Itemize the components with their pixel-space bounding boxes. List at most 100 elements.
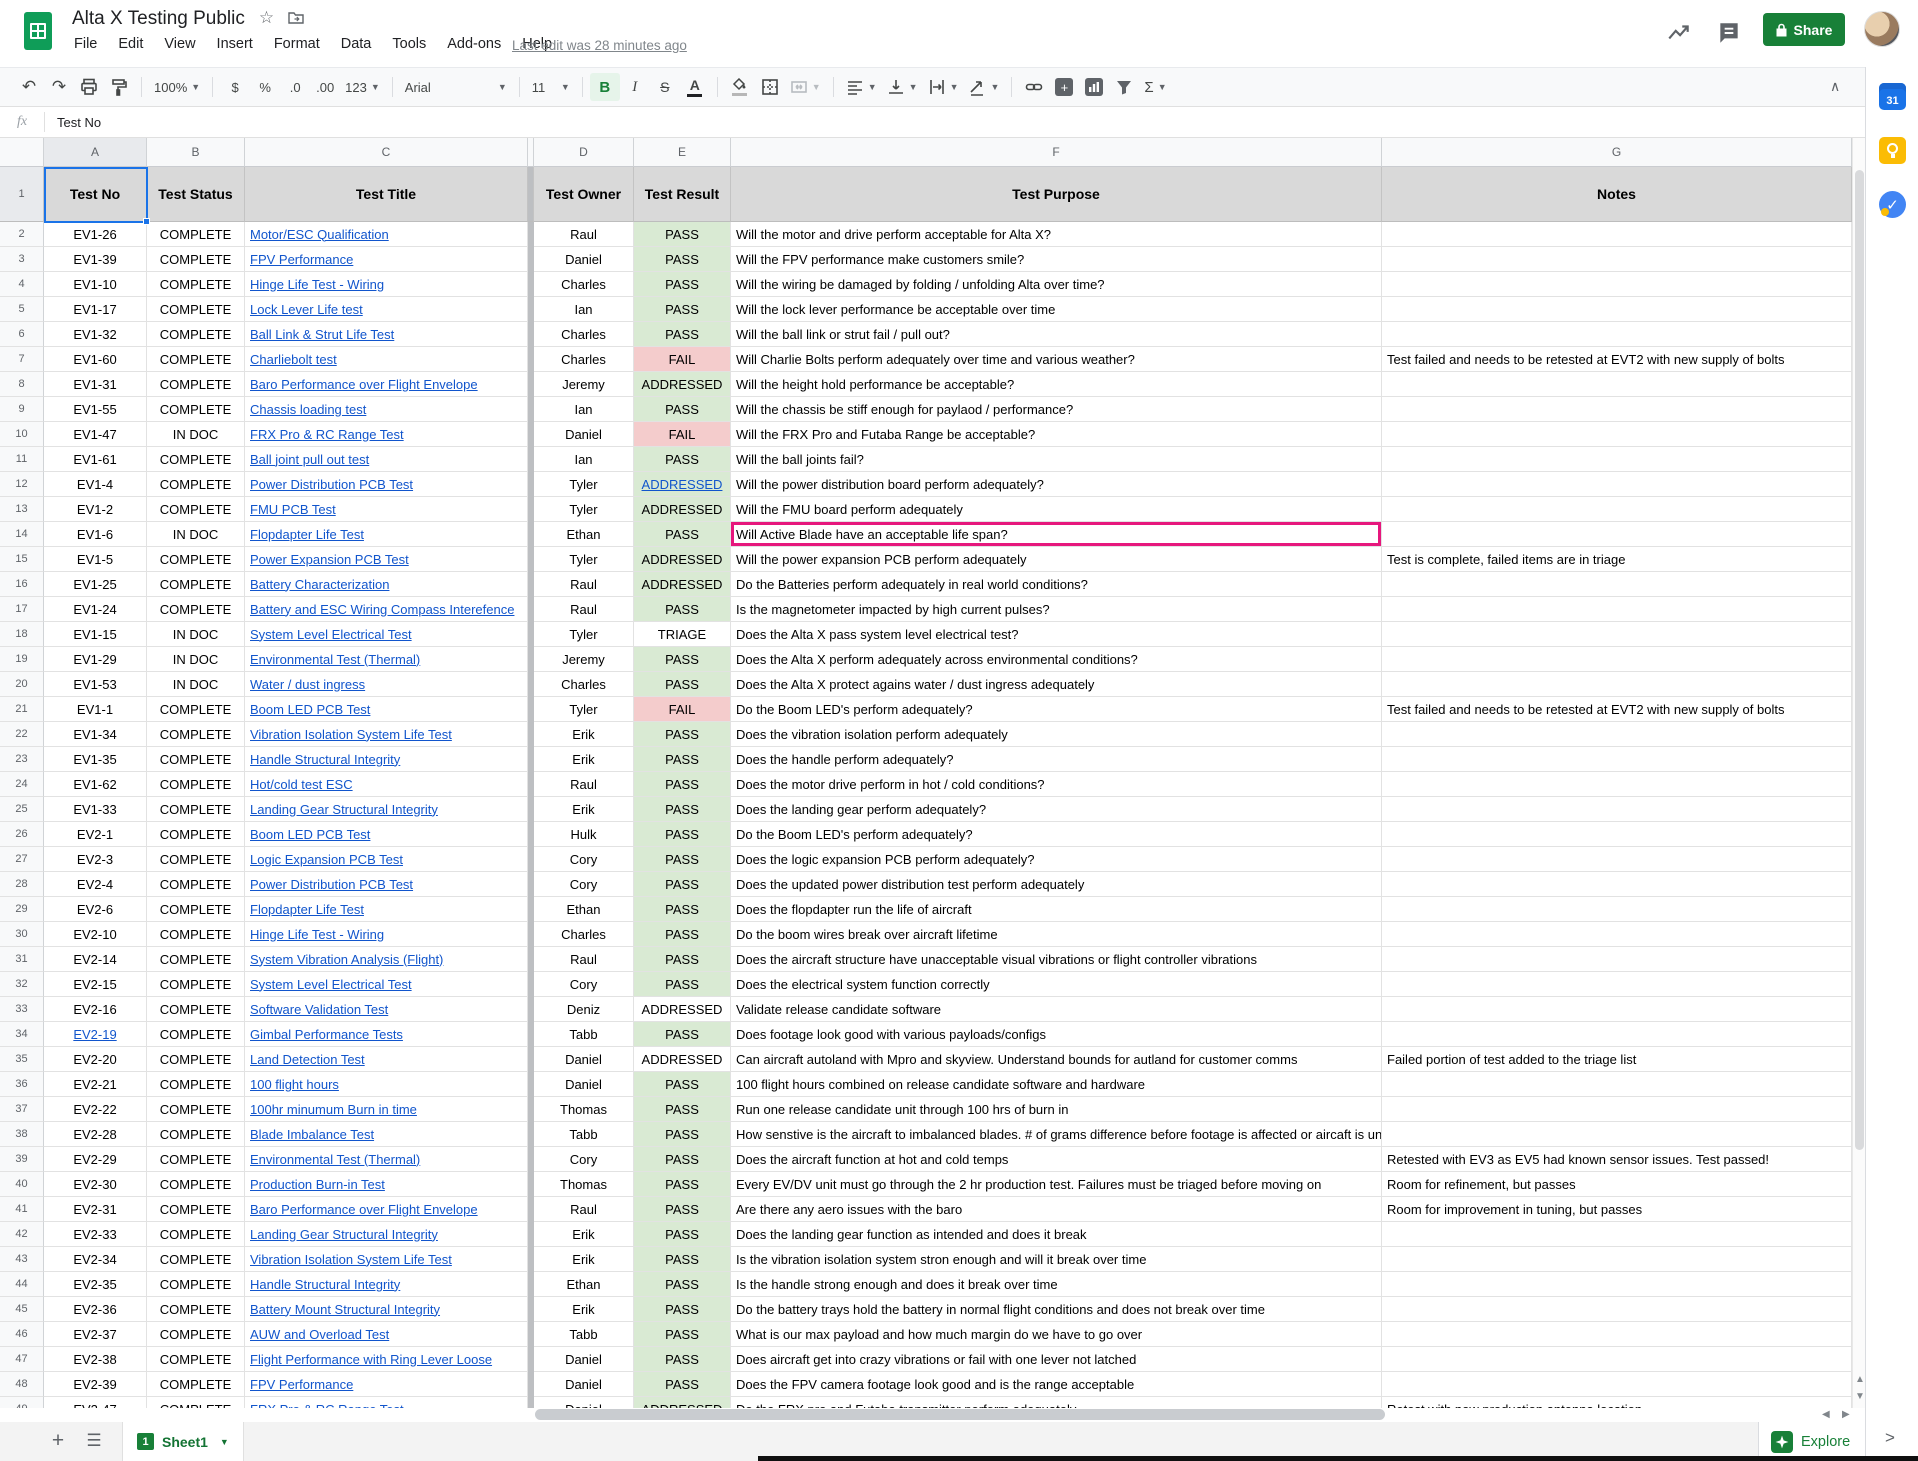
cell-test-result[interactable]: PASS	[634, 847, 731, 872]
cell-test-purpose[interactable]: Does the aircraft function at hot and co…	[731, 1147, 1382, 1172]
keep-icon[interactable]	[1879, 137, 1906, 164]
cell-test-status[interactable]: COMPLETE	[147, 722, 245, 747]
cell-notes[interactable]	[1382, 1297, 1852, 1322]
cell-test-owner[interactable]: Charles	[534, 347, 634, 372]
cell-test-owner[interactable]: Thomas	[534, 1097, 634, 1122]
cell-notes[interactable]: Retest with new production antenna locat…	[1382, 1397, 1852, 1408]
cell-test-purpose[interactable]: Will the power expansion PCB perform ade…	[731, 547, 1382, 572]
cell-test-title-link[interactable]: Production Burn-in Test	[245, 1172, 528, 1197]
cell-test-purpose[interactable]: Does the Alta X protect agains water / d…	[731, 672, 1382, 697]
cell-test-status[interactable]: COMPLETE	[147, 322, 245, 347]
cell-test-owner[interactable]: Ethan	[534, 522, 634, 547]
cell-test-purpose[interactable]: Are there any aero issues with the baro	[731, 1197, 1382, 1222]
cell-test-no[interactable]: EV1-24	[44, 597, 147, 622]
cell-test-result[interactable]: PASS	[634, 747, 731, 772]
cell-test-status[interactable]: COMPLETE	[147, 772, 245, 797]
cell-test-title-link[interactable]: 100hr minumum Burn in time	[245, 1097, 528, 1122]
insert-link-button[interactable]	[1019, 73, 1049, 101]
cell-test-owner[interactable]: Erik	[534, 722, 634, 747]
cell-test-result[interactable]: ADDRESSED	[634, 372, 731, 397]
cell-test-result[interactable]: ADDRESSED	[634, 497, 731, 522]
row-number[interactable]: 5	[0, 297, 44, 322]
header-cell-b[interactable]: Test Status	[147, 167, 245, 222]
cell-test-owner[interactable]: Thomas	[534, 1172, 634, 1197]
insert-comment-button[interactable]: +	[1049, 73, 1079, 101]
cell-test-status[interactable]: COMPLETE	[147, 972, 245, 997]
cell-test-no[interactable]: EV1-32	[44, 322, 147, 347]
cell-test-title-link[interactable]: Charliebolt test	[245, 347, 528, 372]
cell-test-no[interactable]: EV2-35	[44, 1272, 147, 1297]
cell-notes[interactable]: Failed portion of test added to the tria…	[1382, 1047, 1852, 1072]
row-number[interactable]: 14	[0, 522, 44, 547]
cell-test-status[interactable]: COMPLETE	[147, 847, 245, 872]
row-number[interactable]: 20	[0, 672, 44, 697]
fill-color-button[interactable]	[725, 73, 755, 101]
cell-test-result[interactable]: PASS	[634, 1122, 731, 1147]
cell-test-result[interactable]: FAIL	[634, 422, 731, 447]
cell-test-no[interactable]: EV1-53	[44, 672, 147, 697]
cell-notes[interactable]: Room for refinement, but passes	[1382, 1172, 1852, 1197]
cell-notes[interactable]	[1382, 772, 1852, 797]
cell-test-owner[interactable]: Cory	[534, 847, 634, 872]
cell-test-purpose[interactable]: Will the FPV performance make customers …	[731, 247, 1382, 272]
cell-test-purpose[interactable]: Does the flopdapter run the life of airc…	[731, 897, 1382, 922]
cell-test-status[interactable]: COMPLETE	[147, 797, 245, 822]
menu-format[interactable]: Format	[274, 36, 320, 52]
cell-test-title-link[interactable]: Land Detection Test	[245, 1047, 528, 1072]
cell-test-owner[interactable]: Cory	[534, 872, 634, 897]
row-number[interactable]: 25	[0, 797, 44, 822]
cell-test-no[interactable]: EV2-15	[44, 972, 147, 997]
cell-test-purpose[interactable]: Do the Boom LED's perform adequately?	[731, 697, 1382, 722]
cell-test-status[interactable]: COMPLETE	[147, 472, 245, 497]
cell-test-owner[interactable]: Daniel	[534, 422, 634, 447]
italic-button[interactable]: I	[620, 73, 650, 101]
cell-notes[interactable]	[1382, 647, 1852, 672]
cell-test-purpose[interactable]: Do the Boom LED's perform adequately?	[731, 822, 1382, 847]
column-header-a[interactable]: A	[44, 138, 147, 167]
cell-test-owner[interactable]: Erik	[534, 1297, 634, 1322]
print-button[interactable]	[74, 73, 104, 101]
text-color-button[interactable]: A	[680, 73, 710, 101]
scroll-down-icon[interactable]: ▼	[1855, 1392, 1865, 1402]
vertical-scrollbar[interactable]	[1852, 138, 1865, 1408]
cell-notes[interactable]	[1382, 1322, 1852, 1347]
cell-test-purpose[interactable]: Will the lock lever performance be accep…	[731, 297, 1382, 322]
cell-notes[interactable]	[1382, 1247, 1852, 1272]
cell-notes[interactable]: Retested with EV3 as EV5 had known senso…	[1382, 1147, 1852, 1172]
cell-test-owner[interactable]: Daniel	[534, 1347, 634, 1372]
cell-test-status[interactable]: IN DOC	[147, 622, 245, 647]
tasks-icon[interactable]: ✓	[1879, 191, 1906, 218]
horizontal-scrollbar[interactable]	[535, 1409, 1385, 1420]
cell-test-no[interactable]: EV2-16	[44, 997, 147, 1022]
cell-test-result[interactable]: PASS	[634, 647, 731, 672]
cell-test-title-link[interactable]: System Level Electrical Test	[245, 622, 528, 647]
cell-test-title-link[interactable]: Landing Gear Structural Integrity	[245, 1222, 528, 1247]
horizontal-align-button[interactable]: ▼	[841, 73, 882, 101]
row-number[interactable]: 24	[0, 772, 44, 797]
cell-test-purpose[interactable]: Does the landing gear perform adequately…	[731, 797, 1382, 822]
cell-test-no[interactable]: EV2-22	[44, 1097, 147, 1122]
cell-test-status[interactable]: COMPLETE	[147, 597, 245, 622]
column-header-c[interactable]: C	[245, 138, 528, 167]
row-number[interactable]: 10	[0, 422, 44, 447]
tab-sheet1[interactable]: 1 Sheet1 ▼	[122, 1422, 244, 1461]
cell-test-purpose[interactable]: Does the aircraft structure have unaccep…	[731, 947, 1382, 972]
cell-test-status[interactable]: IN DOC	[147, 647, 245, 672]
cell-test-status[interactable]: COMPLETE	[147, 1072, 245, 1097]
cell-test-title-link[interactable]: Environmental Test (Thermal)	[245, 647, 528, 672]
cell-test-title-link[interactable]: Battery Mount Structural Integrity	[245, 1297, 528, 1322]
cell-test-owner[interactable]: Erik	[534, 797, 634, 822]
menu-view[interactable]: View	[164, 36, 195, 52]
move-folder-icon[interactable]	[288, 8, 304, 27]
more-formats-button[interactable]: 123▼	[340, 73, 385, 101]
comment-history-icon[interactable]	[1716, 20, 1742, 46]
account-avatar[interactable]	[1864, 11, 1900, 47]
cell-test-title-link[interactable]: Power Distribution PCB Test	[245, 472, 528, 497]
cell-test-result[interactable]: PASS	[634, 397, 731, 422]
row-number[interactable]: 23	[0, 747, 44, 772]
row-number[interactable]: 48	[0, 1372, 44, 1397]
cell-test-title-link[interactable]: Baro Performance over Flight Envelope	[245, 1197, 528, 1222]
row-number[interactable]: 22	[0, 722, 44, 747]
cell-test-result[interactable]: PASS	[634, 797, 731, 822]
cell-notes[interactable]	[1382, 397, 1852, 422]
